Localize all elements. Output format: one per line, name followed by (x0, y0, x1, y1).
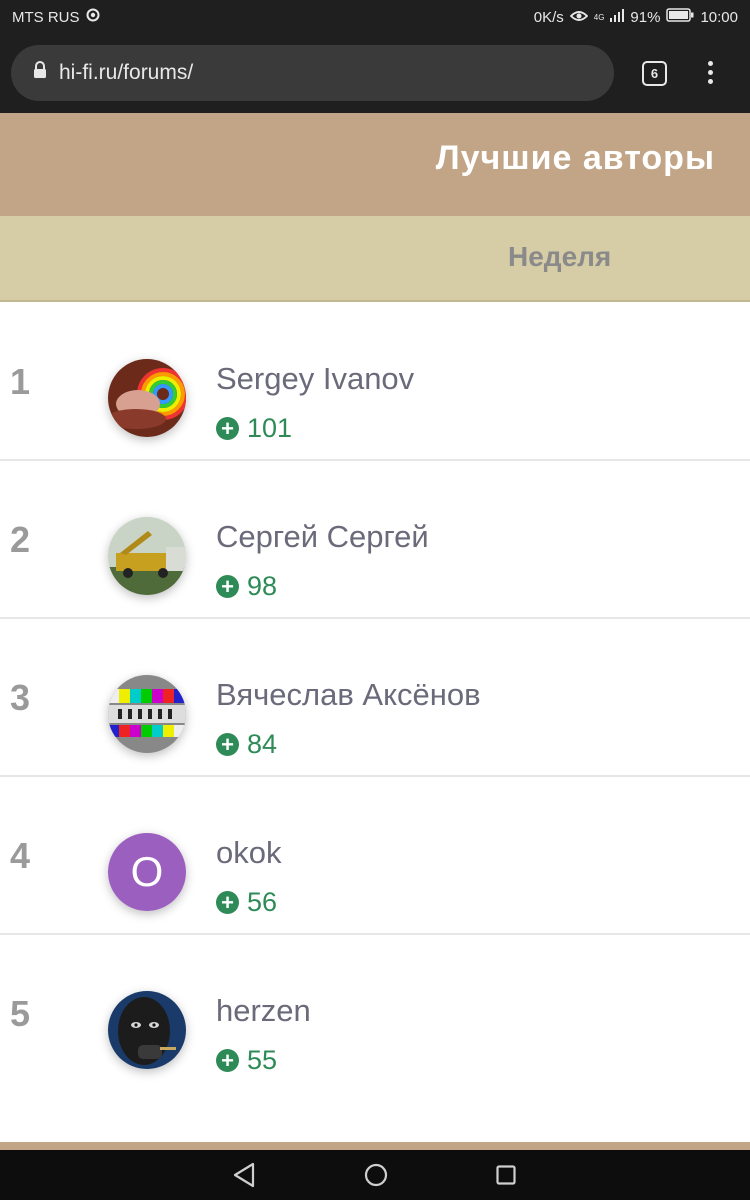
author-name[interactable]: Сергей Сергей (216, 519, 429, 555)
plus-icon: + (216, 891, 239, 914)
plus-icon: + (216, 733, 239, 756)
rank-number: 2 (10, 519, 31, 560)
list-item[interactable]: 3 Вячеслав Аксёнов + 84 (0, 619, 750, 777)
avatar[interactable] (108, 517, 186, 595)
address-bar[interactable]: hi-fi.ru/forums/ (11, 45, 614, 101)
rank-number: 3 (10, 677, 31, 718)
list-item[interactable]: 4 O okok + 56 (0, 777, 750, 935)
avatar[interactable] (108, 359, 186, 437)
overflow-menu-icon[interactable] (700, 58, 720, 88)
browser-toolbar: hi-fi.ru/forums/ 6 (0, 34, 750, 113)
section-divider (0, 1142, 750, 1150)
widget-title: Лучшие авторы (435, 139, 715, 177)
back-icon[interactable] (232, 1162, 256, 1193)
battery-percent: 91% (630, 8, 661, 26)
authors-list: 1 Sergey Ivanov + 101 2 Сергей Сергей + … (0, 303, 750, 1115)
author-name[interactable]: herzen (216, 993, 311, 1029)
network-speed: 0K/s (533, 8, 564, 26)
plus-icon: + (216, 1049, 239, 1072)
author-score: + 55 (216, 1045, 277, 1076)
url-text: hi-fi.ru/forums/ (59, 61, 194, 84)
author-name[interactable]: okok (216, 835, 281, 871)
author-score: + 98 (216, 571, 277, 602)
location-icon (86, 8, 100, 26)
author-name[interactable]: Sergey Ivanov (216, 361, 414, 397)
author-score: + 56 (216, 887, 277, 918)
score-value: 56 (247, 887, 278, 917)
widget-header: Лучшие авторы (0, 113, 750, 216)
rank-number: 4 (10, 835, 31, 876)
battery-icon (666, 8, 694, 26)
network-type: 4G (593, 12, 605, 22)
period-selector: Неделя (0, 216, 750, 302)
list-item[interactable]: 2 Сергей Сергей + 98 (0, 461, 750, 619)
author-score: + 84 (216, 729, 277, 760)
score-value: 84 (247, 729, 278, 759)
author-score: + 101 (216, 413, 292, 444)
avatar[interactable] (108, 991, 186, 1069)
score-value: 98 (247, 571, 278, 601)
avatar[interactable] (108, 675, 186, 753)
tab-switcher-button[interactable]: 6 (642, 61, 667, 86)
score-value: 55 (247, 1045, 278, 1075)
home-icon[interactable] (364, 1163, 388, 1192)
list-item[interactable]: 1 Sergey Ivanov + 101 (0, 303, 750, 461)
plus-icon: + (216, 417, 239, 440)
system-navigation-bar (0, 1150, 750, 1200)
recent-apps-icon[interactable] (496, 1165, 516, 1190)
carrier-label: MTS RUS (12, 8, 80, 26)
avatar[interactable]: O (108, 833, 186, 911)
list-item[interactable]: 5 herzen + 55 (0, 935, 750, 1115)
avatar-letter: O (108, 833, 186, 911)
tab-week[interactable]: Неделя (508, 241, 611, 273)
rank-number: 5 (10, 993, 31, 1034)
clock: 10:00 (700, 8, 738, 26)
eye-icon (569, 9, 589, 26)
status-bar: MTS RUS 0K/s 4G 91% 10:00 (0, 0, 750, 34)
score-value: 101 (247, 413, 293, 443)
rank-number: 1 (10, 361, 31, 402)
lock-icon (33, 61, 47, 85)
author-name[interactable]: Вячеслав Аксёнов (216, 677, 481, 713)
plus-icon: + (216, 575, 239, 598)
signal-icon (610, 8, 625, 26)
